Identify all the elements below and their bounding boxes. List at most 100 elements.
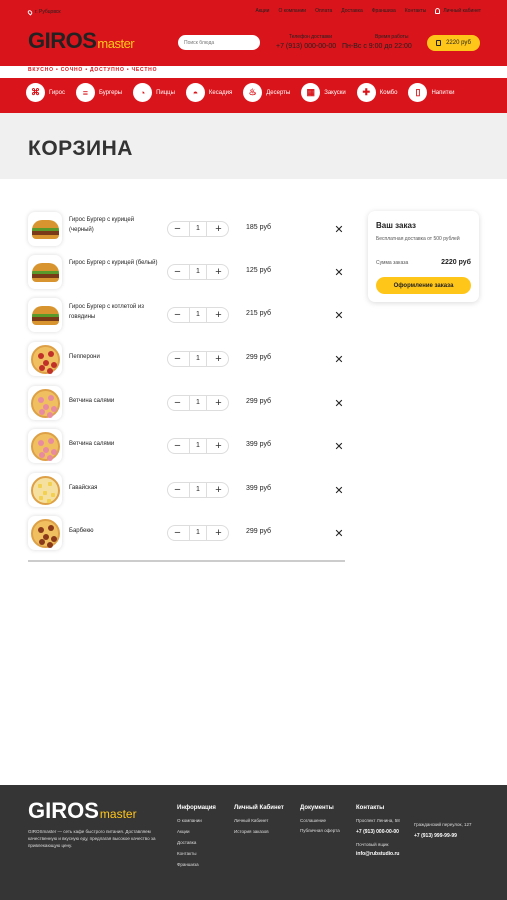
minus-button[interactable]: − — [172, 440, 183, 452]
top-nav: Акции О компании Оплата Доставка Франшиз… — [256, 8, 481, 14]
category-quesadilla[interactable]: ◓ Кесадия — [185, 83, 232, 102]
search-input[interactable] — [178, 35, 260, 50]
minus-button[interactable]: − — [172, 527, 183, 539]
category-gyros[interactable]: ⌘ Гирос — [26, 83, 65, 102]
close-icon: ✕ — [334, 266, 344, 279]
quantity-value[interactable]: 1 — [189, 222, 207, 236]
nav-link[interactable]: Доставка — [341, 8, 362, 14]
burger-image — [31, 305, 59, 325]
remove-item-button[interactable]: ✕ — [333, 527, 345, 540]
product-image[interactable] — [28, 473, 62, 507]
remove-item-button[interactable]: ✕ — [333, 309, 345, 322]
minus-button[interactable]: − — [172, 484, 183, 496]
checkout-button[interactable]: Оформление заказа — [376, 277, 471, 294]
header-cart-button[interactable]: 2220 руб — [427, 35, 480, 51]
phone-number[interactable]: +7 (913) 000-00-00 — [276, 43, 336, 50]
category-snack[interactable]: ▦ Закуски — [301, 83, 346, 102]
plus-button[interactable]: + — [213, 527, 224, 539]
minus-button[interactable]: − — [172, 353, 183, 365]
category-pizza[interactable]: ◔ Пиццы — [133, 83, 175, 102]
minus-button[interactable]: − — [172, 397, 183, 409]
product-name[interactable]: Пепперони — [69, 352, 159, 362]
minus-button[interactable]: − — [172, 223, 183, 235]
remove-item-button[interactable]: ✕ — [333, 266, 345, 279]
footer-contacts-col-2: Гражданский переулок, 127 +7 (913) 999-9… — [414, 822, 479, 840]
category-drink[interactable]: ▯ Напитки — [408, 83, 454, 102]
product-image[interactable] — [28, 342, 62, 376]
product-name[interactable]: Гавайская — [69, 483, 159, 493]
nav-link[interactable]: О компании — [278, 8, 306, 14]
plus-button[interactable]: + — [213, 353, 224, 365]
category-combo[interactable]: ✚ Комбо — [356, 83, 397, 102]
product-image[interactable] — [28, 212, 62, 246]
close-icon: ✕ — [334, 223, 344, 236]
footer-link[interactable]: Акции — [177, 826, 216, 837]
footer-link[interactable]: Публичная оферта — [300, 828, 345, 834]
product-name[interactable]: Гирос Бургер с курицей (белый) — [69, 258, 159, 268]
quantity-value[interactable]: 1 — [189, 439, 207, 453]
footer-link[interactable]: Личный Кабинет — [234, 815, 284, 826]
product-name[interactable]: Ветчина салями — [69, 439, 159, 449]
footer-logo[interactable]: GIROS master — [28, 800, 137, 822]
quantity-value[interactable]: 1 — [189, 483, 207, 497]
plus-button[interactable]: + — [213, 484, 224, 496]
nav-link[interactable]: Оплата — [315, 8, 332, 14]
minus-button[interactable]: − — [172, 309, 183, 321]
remove-item-button[interactable]: ✕ — [333, 353, 345, 366]
quantity-value[interactable]: 1 — [189, 526, 207, 540]
plus-button[interactable]: + — [213, 397, 224, 409]
category-burger[interactable]: ≡ Бургеры — [75, 83, 122, 102]
remove-item-button[interactable]: ✕ — [333, 440, 345, 453]
footer-link[interactable]: Франшиза — [177, 859, 216, 870]
quantity-value[interactable]: 1 — [189, 308, 207, 322]
nav-link[interactable]: Акции — [256, 8, 270, 14]
footer-link[interactable]: Контакты — [177, 848, 216, 859]
pizza-icon: ◔ — [133, 83, 153, 102]
footer-link[interactable]: О компании — [177, 815, 216, 826]
footer-phone-1[interactable]: +7 (913) 000-00-00 — [356, 829, 406, 836]
plus-button[interactable]: + — [213, 266, 224, 278]
cart-item-row: Ветчина салями −1 +399 руб ✕ — [28, 429, 346, 463]
plus-button[interactable]: + — [213, 223, 224, 235]
remove-item-button[interactable]: ✕ — [333, 223, 345, 236]
footer-cabinet-title: Личный Кабинет — [234, 805, 284, 811]
account-link[interactable]: Личный кабинет — [435, 8, 481, 14]
close-icon: ✕ — [334, 484, 344, 497]
product-image[interactable] — [28, 386, 62, 420]
item-price: 215 руб — [246, 310, 272, 317]
quantity-value[interactable]: 1 — [189, 396, 207, 410]
quesadilla-icon: ◓ — [185, 83, 205, 102]
product-image[interactable] — [28, 429, 62, 463]
remove-item-button[interactable]: ✕ — [333, 484, 345, 497]
footer-address-2: Гражданский переулок, 127 — [414, 822, 472, 827]
footer-link[interactable]: Соглашение — [300, 818, 345, 824]
product-name[interactable]: Барбекю — [69, 526, 159, 536]
quantity-value[interactable]: 1 — [189, 265, 207, 279]
product-image[interactable] — [28, 255, 62, 289]
city-selector[interactable]: г. Рубцовск — [26, 8, 61, 16]
nav-link[interactable]: Франшиза — [372, 8, 396, 14]
logo-sub: master — [97, 36, 135, 51]
minus-button[interactable]: − — [172, 266, 183, 278]
product-name[interactable]: Гирос Бургер с котлетой из говядины — [69, 302, 159, 322]
product-name[interactable]: Ветчина салями — [69, 396, 159, 406]
footer-link[interactable]: История заказов — [234, 826, 284, 837]
footer-link[interactable]: Доставка — [177, 837, 216, 848]
product-name[interactable]: Гирос Бургер с курицей (черный) — [69, 215, 159, 235]
remove-item-button[interactable]: ✕ — [333, 397, 345, 410]
product-image[interactable] — [28, 298, 62, 332]
nav-link-contacts[interactable]: Контакты — [405, 8, 427, 14]
close-icon: ✕ — [334, 309, 344, 322]
cart-item-row: Барбекю −1 +299 руб ✕ — [28, 516, 346, 550]
item-price: 399 руб — [246, 485, 272, 492]
footer-email[interactable]: info@rubstudio.ru — [356, 851, 406, 858]
logo[interactable]: GIROS master — [28, 30, 135, 52]
footer-phone-2[interactable]: +7 (913) 999-99-99 — [414, 833, 479, 840]
cart-item-row: Гирос Бургер с котлетой из говядины −1 +21… — [28, 298, 346, 332]
user-icon — [435, 8, 441, 14]
plus-button[interactable]: + — [213, 440, 224, 452]
plus-button[interactable]: + — [213, 309, 224, 321]
quantity-value[interactable]: 1 — [189, 352, 207, 366]
category-dessert[interactable]: ♨ Десерты — [243, 83, 290, 102]
product-image[interactable] — [28, 516, 62, 550]
